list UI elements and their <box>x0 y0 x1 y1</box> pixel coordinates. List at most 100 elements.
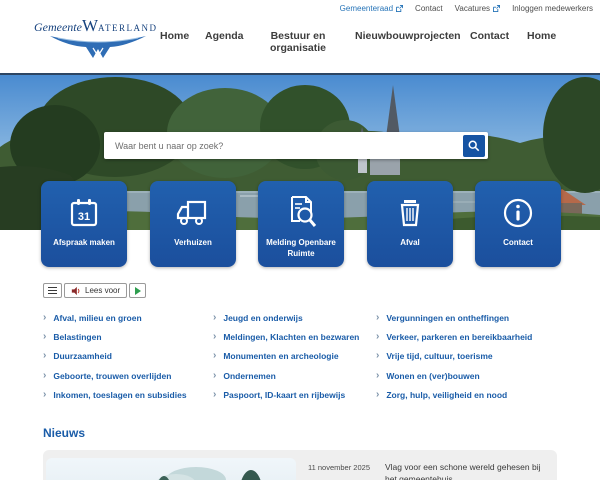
calendar-icon: 31 <box>66 181 102 231</box>
quicklink-label: Inkomen, toeslagen en subsidies <box>53 390 186 400</box>
tile-contact[interactable]: Contact <box>475 181 561 267</box>
nav-item-contact[interactable]: Contact <box>470 30 509 42</box>
readspeaker-bar: Lees voor <box>43 283 146 298</box>
quicklink-label: Afval, milieu en groen <box>53 313 141 323</box>
quicklink-label: Duurzaamheid <box>53 351 112 361</box>
chevron-right-icon <box>376 371 379 381</box>
chevron-right-icon <box>43 313 46 323</box>
chevron-right-icon <box>213 313 216 323</box>
readspeaker-play-button[interactable] <box>129 283 146 298</box>
tile-afval[interactable]: Afval <box>367 181 453 267</box>
chevron-right-icon <box>376 351 379 361</box>
tile-verhuizen[interactable]: Verhuizen <box>150 181 236 267</box>
quicklink-label: Vrije tijd, cultuur, toerisme <box>386 351 492 361</box>
quicklink-label: Jeugd en onderwijs <box>223 313 302 323</box>
quicklink-jeugd-en-onderwijs[interactable]: Jeugd en onderwijs <box>213 308 371 327</box>
quicklink-inkomen-toeslagen-en-subsidies[interactable]: Inkomen, toeslagen en subsidies <box>43 385 208 404</box>
quicklink-ondernemen[interactable]: Ondernemen <box>213 366 371 385</box>
quicklink-vrije-tijd-cultuur-toerisme[interactable]: Vrije tijd, cultuur, toerisme <box>376 347 558 366</box>
quicklink-afval-milieu-en-groen[interactable]: Afval, milieu en groen <box>43 308 208 327</box>
readspeaker-listen-button[interactable]: Lees voor <box>64 283 127 298</box>
search-icon <box>468 140 480 152</box>
news-card[interactable]: 11 november 2025 Vlag voor een schone we… <box>43 450 557 480</box>
quicklink-label: Paspoort, ID-kaart en rijbewijs <box>223 390 345 400</box>
quicklink-zorg-hulp-veiligheid-en-nood[interactable]: Zorg, hulp, veiligheid en nood <box>376 385 558 404</box>
quicklink-label: Monumenten en archeologie <box>223 351 338 361</box>
quicklink-verkeer-parkeren-en-bereikbaarheid[interactable]: Verkeer, parkeren en bereikbaarheid <box>376 327 558 346</box>
news-thumbnail <box>46 458 296 480</box>
tile-melding-openbare-ruimte[interactable]: Melding Openbare Ruimte <box>258 181 344 267</box>
quicklink-label: Ondernemen <box>223 371 275 381</box>
topbar-link-inloggen-medewerkers[interactable]: Inloggen medewerkers <box>512 4 593 13</box>
quicklink-duurzaamheid[interactable]: Duurzaamheid <box>43 347 208 366</box>
chevron-right-icon <box>213 371 216 381</box>
menu-icon <box>48 287 57 295</box>
tile-label: Afspraak maken <box>48 237 120 248</box>
topbar-link-vacatures[interactable]: Vacatures <box>455 4 500 13</box>
chevron-right-icon <box>376 390 379 400</box>
tile-label: Melding Openbare Ruimte <box>258 237 344 259</box>
logo-prefix: Gemeente <box>34 20 82 34</box>
tile-label: Verhuizen <box>169 237 217 248</box>
nav-item-agenda[interactable]: Agenda <box>205 30 244 42</box>
quicklink-wonen-en-verbouwen[interactable]: Wonen en (ver)bouwen <box>376 366 558 385</box>
tile-label: Afval <box>395 237 425 248</box>
external-link-icon <box>396 5 403 12</box>
speaker-icon <box>71 286 81 296</box>
quicklink-label: Zorg, hulp, veiligheid en nood <box>386 390 507 400</box>
info-icon <box>500 181 536 231</box>
logo-initial: W <box>82 16 98 35</box>
quicklink-meldingen-klachten-en-bezwaren[interactable]: Meldingen, Klachten en bezwaren <box>213 327 371 346</box>
topbar-link-contact[interactable]: Contact <box>415 4 443 13</box>
quicklinks-column-1: Afval, milieu en groen Belastingen Duurz… <box>43 308 208 404</box>
chevron-right-icon <box>213 351 216 361</box>
document-search-icon <box>283 181 319 231</box>
search-input[interactable] <box>104 132 456 159</box>
nav-item-bestuur-en-organisatie[interactable]: Bestuur en organisatie <box>269 30 327 54</box>
quicklink-belastingen[interactable]: Belastingen <box>43 327 208 346</box>
news-title[interactable]: Vlag voor een schone wereld gehesen bij … <box>385 462 553 480</box>
tile-label: Contact <box>498 237 538 248</box>
chevron-right-icon <box>43 390 46 400</box>
news-heading: Nieuws <box>43 426 85 440</box>
logo-rest: ATERLAND <box>98 23 158 33</box>
chevron-right-icon <box>43 371 46 381</box>
quicklink-monumenten-en-archeologie[interactable]: Monumenten en archeologie <box>213 347 371 366</box>
chevron-right-icon <box>43 332 46 342</box>
topbar-link-label: Vacatures <box>455 4 490 13</box>
quicklinks-column-3: Vergunningen en ontheffingen Verkeer, pa… <box>376 308 558 404</box>
truck-icon <box>174 181 212 231</box>
readspeaker-label: Lees voor <box>85 286 120 295</box>
search-button[interactable] <box>463 135 485 157</box>
chevron-right-icon <box>213 390 216 400</box>
quicklinks-column-2: Jeugd en onderwijs Meldingen, Klachten e… <box>213 308 371 404</box>
play-icon <box>135 287 141 295</box>
quicklink-label: Meldingen, Klachten en bezwaren <box>223 332 359 342</box>
topbar-link-label: Gemeenteraad <box>340 4 393 13</box>
topbar-link-label: Inloggen medewerkers <box>512 4 593 13</box>
nav-item-home-2[interactable]: Home <box>527 30 556 42</box>
gemeente-waterland-logo[interactable]: GemeenteWATERLAND <box>34 16 164 60</box>
search-bar <box>104 132 488 159</box>
quicklink-label: Geboorte, trouwen overlijden <box>53 371 171 381</box>
logo-wave-icon <box>48 34 148 60</box>
quicklink-label: Wonen en (ver)bouwen <box>386 371 479 381</box>
nav-item-nieuwbouwprojecten[interactable]: Nieuwbouwprojecten <box>355 30 461 42</box>
logo-text: GemeenteWATERLAND <box>34 16 164 36</box>
topbar-link-gemeenteraad[interactable]: Gemeenteraad <box>340 4 403 13</box>
quicklink-label: Verkeer, parkeren en bereikbaarheid <box>386 332 532 342</box>
svg-text:31: 31 <box>78 211 90 223</box>
quicklink-paspoort-id-kaart-en-rijbewijs[interactable]: Paspoort, ID-kaart en rijbewijs <box>213 385 371 404</box>
quicklink-vergunningen-en-ontheffingen[interactable]: Vergunningen en ontheffingen <box>376 308 558 327</box>
nav-item-home[interactable]: Home <box>160 30 189 42</box>
readspeaker-menu-button[interactable] <box>43 283 62 298</box>
quicklink-label: Vergunningen en ontheffingen <box>386 313 509 323</box>
external-link-icon <box>493 5 500 12</box>
quicklink-geboorte-trouwen-overlijden[interactable]: Geboorte, trouwen overlijden <box>43 366 208 385</box>
chevron-right-icon <box>43 351 46 361</box>
page: Gemeenteraad Contact Vacatures Inloggen … <box>0 0 600 480</box>
utility-bar: Gemeenteraad Contact Vacatures Inloggen … <box>340 4 593 13</box>
news-date: 11 november 2025 <box>308 463 370 472</box>
tile-afspraak-maken[interactable]: 31 Afspraak maken <box>41 181 127 267</box>
chevron-right-icon <box>213 332 216 342</box>
